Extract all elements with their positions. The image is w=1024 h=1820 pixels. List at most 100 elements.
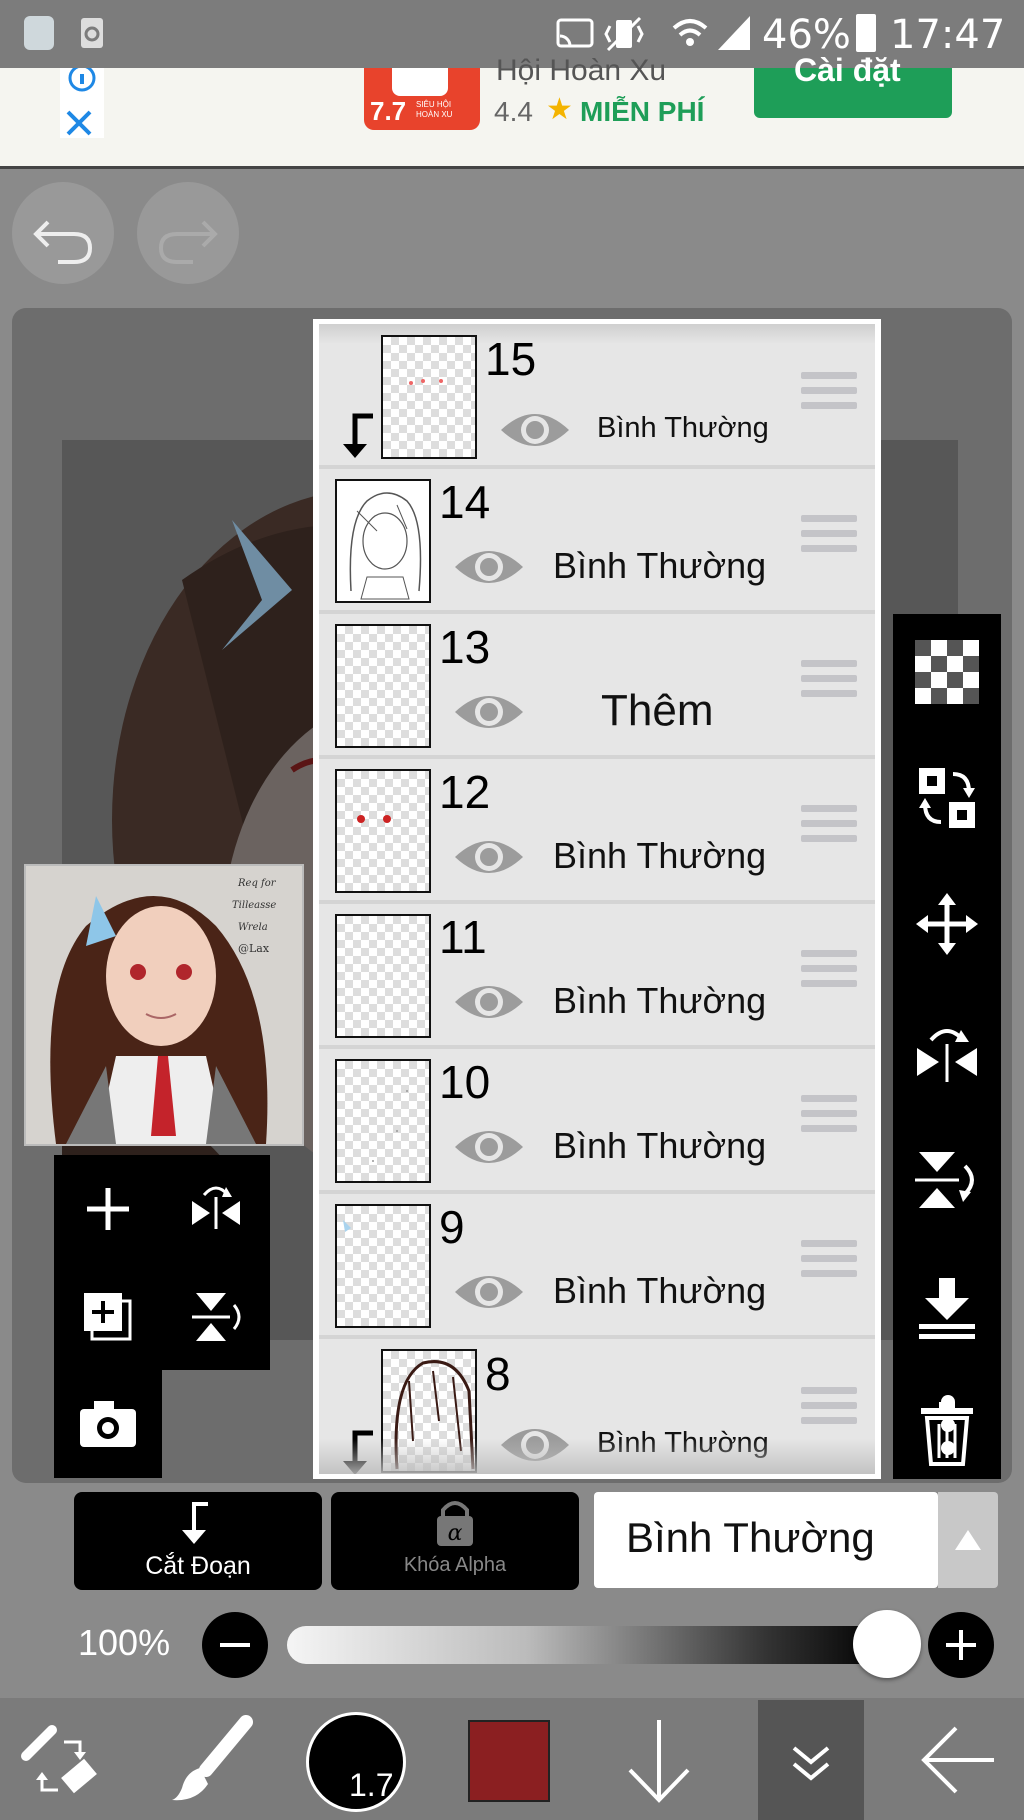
transparency-button[interactable] — [893, 618, 1001, 726]
cast-icon — [556, 18, 594, 55]
opacity-increase-button[interactable] — [928, 1612, 994, 1678]
arrow-down-icon — [628, 1720, 690, 1803]
opacity-slider[interactable] — [287, 1626, 887, 1664]
import-photo-button[interactable] — [54, 1370, 162, 1478]
brush-eraser-toggle-button[interactable] — [16, 1716, 106, 1811]
eye-icon[interactable] — [451, 831, 527, 883]
layer-number: 13 — [439, 621, 491, 673]
drag-handle-icon[interactable] — [801, 805, 857, 850]
brush-tool-button[interactable] — [166, 1714, 256, 1809]
drag-handle-icon[interactable] — [801, 660, 857, 705]
layer-blend-mode[interactable]: Bình Thường — [553, 835, 766, 877]
flip-vertical-button[interactable] — [893, 1126, 1001, 1234]
star-icon: ★ — [546, 93, 573, 126]
drag-handle-icon[interactable] — [801, 950, 857, 995]
blend-mode-value: Bình Thường — [626, 1514, 875, 1561]
opacity-decrease-button[interactable] — [202, 1612, 268, 1678]
clock: 17:47 — [890, 12, 1006, 58]
thumbnail-caption-2: Tilleasse — [232, 900, 277, 911]
layer-blend-mode[interactable]: Bình Thường — [553, 980, 766, 1022]
layer-down-button[interactable] — [624, 1714, 694, 1813]
move-button[interactable] — [893, 870, 1001, 978]
blend-mode-select[interactable]: Bình Thường — [594, 1492, 938, 1588]
undo-button[interactable] — [12, 182, 114, 284]
swap-icon — [919, 768, 975, 828]
more-vertical-icon[interactable] — [928, 1392, 968, 1458]
layer-row-11[interactable]: 11 Bình Thường — [319, 904, 875, 1045]
divider — [0, 166, 1024, 169]
undo-icon — [33, 220, 93, 264]
add-layer-button[interactable] — [54, 1155, 162, 1263]
flip-horizontal-layer-button[interactable] — [162, 1155, 270, 1263]
flip-vertical-layer-button[interactable] — [162, 1263, 270, 1371]
duplicate-layer-icon — [84, 1293, 132, 1341]
move-icon — [916, 893, 978, 955]
layer-blend-mode[interactable]: Bình Thường — [553, 1125, 766, 1167]
flip-vertical-icon — [192, 1293, 241, 1341]
plus-icon — [87, 1188, 129, 1230]
layer-row-8[interactable]: 8 Bình Thường — [319, 1339, 875, 1474]
ad-title: Hội Hoàn Xu — [496, 54, 667, 87]
preview-thumbnail[interactable]: Req for Tilleasse Wrela @Lax — [24, 864, 304, 1146]
layer-number: 12 — [439, 766, 491, 818]
signal-icon — [716, 14, 752, 57]
layer-blend-mode[interactable]: Bình Thường — [553, 1270, 766, 1312]
layer-panel-toggle-button[interactable] — [758, 1700, 864, 1820]
brush-icon — [172, 1715, 253, 1801]
battery-icon — [856, 14, 876, 52]
layer-row-10[interactable]: 10 Bình Thường — [319, 1049, 875, 1190]
eye-icon[interactable] — [451, 1266, 527, 1318]
layer-row-13[interactable]: 13 Thêm — [319, 614, 875, 755]
drag-handle-icon[interactable] — [801, 1240, 857, 1285]
clipping-label: Cắt Đoạn — [145, 1552, 251, 1580]
thumbnail-caption-4: @Lax — [238, 942, 270, 955]
ad-banner[interactable]: 7.7 SIÊU HỘI HOÀN XU Hội Hoàn Xu 4.4 ★ M… — [0, 52, 1024, 168]
merge-down-button[interactable] — [893, 1254, 1001, 1362]
layer-row-15[interactable]: 15 Bình Thường — [319, 324, 875, 465]
eye-icon[interactable] — [451, 976, 527, 1028]
layer-blend-mode[interactable]: Bình Thường — [597, 412, 769, 445]
opacity-slider-thumb[interactable] — [853, 1610, 921, 1678]
thumbnail-caption-1: Req for — [238, 878, 276, 889]
drag-handle-icon[interactable] — [801, 515, 857, 560]
eye-icon[interactable] — [451, 541, 527, 593]
wifi-icon — [672, 14, 708, 57]
brush-eraser-swap-icon — [21, 1725, 97, 1794]
color-swatch-button[interactable] — [468, 1720, 550, 1802]
flip-horizontal-button[interactable] — [893, 998, 1001, 1106]
layer-row-9[interactable]: 9 Bình Thường — [319, 1194, 875, 1335]
layer-row-12[interactable]: 12 Bình Thường — [319, 759, 875, 900]
ad-app-icon: 7.7 SIÊU HỘI HOÀN XU — [364, 68, 480, 130]
ad-app-badge: 7.7 — [370, 96, 407, 126]
eye-icon[interactable] — [497, 404, 573, 456]
layer-blend-mode[interactable]: Thêm — [601, 686, 713, 736]
blend-mode-dropdown-button[interactable] — [938, 1492, 998, 1588]
brush-size-button[interactable]: 1.7 — [306, 1712, 406, 1812]
ad-close-icon[interactable] — [60, 104, 100, 149]
swap-layer-button[interactable] — [893, 744, 1001, 852]
eye-icon[interactable] — [451, 1121, 527, 1173]
alpha-lock-button[interactable]: α Khóa Alpha — [331, 1492, 579, 1590]
drag-handle-icon[interactable] — [801, 1095, 857, 1140]
layer-blend-mode[interactable]: Bình Thường — [553, 545, 766, 587]
ad-install-label: Cài đặt — [794, 52, 901, 88]
clipping-button[interactable]: Cắt Đoạn — [74, 1492, 322, 1590]
clipping-arrow-icon — [182, 1502, 208, 1544]
layer-number: 8 — [485, 1348, 511, 1400]
alpha-lock-label: Khóa Alpha — [403, 1554, 507, 1576]
recycle-notification-icon — [78, 14, 106, 50]
drag-handle-icon[interactable] — [801, 372, 857, 417]
layer-row-14[interactable]: 14 Bình Thường — [319, 469, 875, 610]
redo-button[interactable] — [137, 182, 239, 284]
bottom-toolbar: 1.7 — [0, 1698, 1024, 1820]
layer-number: 11 — [439, 911, 487, 963]
drag-handle-icon[interactable] — [801, 1387, 857, 1432]
arrow-left-icon — [921, 1726, 994, 1794]
duplicate-layer-button[interactable] — [54, 1263, 162, 1371]
eye-icon[interactable] — [451, 686, 527, 738]
layer-number: 9 — [439, 1201, 465, 1253]
back-button[interactable] — [918, 1722, 998, 1803]
ad-install-button[interactable]: Cài đặt — [754, 52, 952, 118]
layer-list[interactable]: 15 Bình Thường 14 Bình Thường 13 Thêm 12… — [319, 324, 875, 1474]
thumbnail-caption-3: Wrela — [238, 922, 268, 933]
